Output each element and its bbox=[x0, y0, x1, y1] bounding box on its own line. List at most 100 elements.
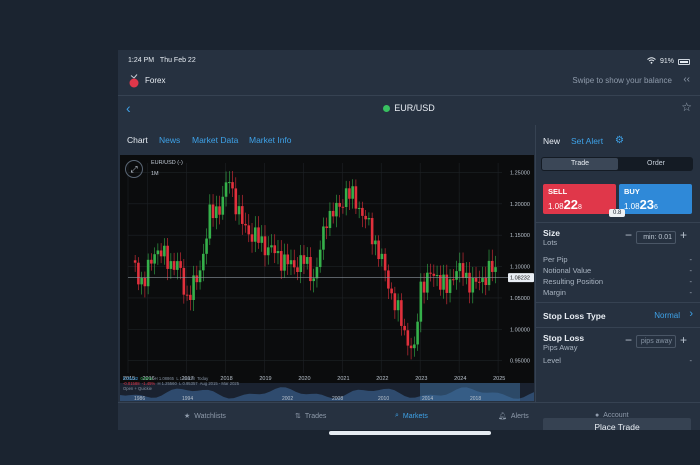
gear-icon[interactable]: ⚙ bbox=[615, 135, 624, 146]
candle-body bbox=[471, 277, 475, 293]
candle-body bbox=[263, 236, 267, 256]
nav-alerts[interactable]: 🔔︎ Alerts bbox=[498, 412, 529, 421]
buy-button[interactable]: BUY 1.08236 bbox=[619, 184, 692, 214]
chevron-right-icon[interactable]: › bbox=[689, 308, 693, 320]
candle-body bbox=[357, 207, 361, 209]
sell-button[interactable]: SELL 1.08228 bbox=[543, 184, 616, 214]
navigator-tick-label: 2008 bbox=[332, 396, 343, 401]
nav-watchlists[interactable]: ★ Watchlists bbox=[184, 412, 226, 421]
candle-body bbox=[185, 294, 189, 296]
swipe-hint[interactable]: Swipe to show your balance bbox=[572, 76, 672, 85]
resulting-position-value: - bbox=[689, 277, 693, 286]
plus-icon[interactable]: + bbox=[680, 228, 687, 242]
candle-body bbox=[393, 293, 397, 311]
candle-body bbox=[361, 207, 364, 216]
tab-chart[interactable]: Chart bbox=[127, 135, 148, 145]
home-indicator[interactable] bbox=[329, 431, 491, 435]
candle-body bbox=[143, 277, 147, 287]
segment-order[interactable]: Order bbox=[619, 158, 693, 170]
margin-label: Margin bbox=[543, 288, 566, 297]
candle-body bbox=[484, 277, 488, 286]
divider bbox=[535, 327, 700, 328]
segment-trade[interactable]: Trade bbox=[542, 158, 618, 170]
market-open-dot-icon bbox=[383, 105, 391, 112]
candle-body bbox=[159, 250, 163, 257]
candle-body bbox=[283, 254, 286, 271]
navigator-tick-label: 2010 bbox=[378, 396, 389, 401]
candle-body bbox=[205, 238, 208, 254]
tab-news[interactable]: News bbox=[159, 135, 180, 145]
size-label: Size bbox=[543, 228, 561, 238]
new-label[interactable]: New bbox=[543, 136, 560, 146]
x-tick-label: 2021 bbox=[337, 376, 349, 382]
candle-body bbox=[354, 186, 358, 209]
candle-body bbox=[419, 281, 423, 322]
x-tick-label: 2023 bbox=[415, 376, 427, 382]
candle-body bbox=[374, 240, 377, 245]
size-unit: Lots bbox=[543, 238, 558, 247]
minus-icon[interactable]: − bbox=[625, 228, 632, 242]
set-alert-link[interactable]: Set Alert bbox=[571, 136, 603, 146]
per-pip-value: - bbox=[689, 255, 693, 264]
nav-account[interactable]: ● Account bbox=[595, 412, 629, 419]
candle-body bbox=[413, 344, 416, 349]
candlestick-chart-svg[interactable]: 1.25000 1.20000 1.15000 1.10000 1.05000 1.000… bbox=[120, 155, 534, 401]
candle-body bbox=[458, 263, 462, 272]
price-chart[interactable]: 1.25000 1.20000 1.15000 1.10000 1.05000 1.000… bbox=[120, 155, 534, 401]
candle-body bbox=[318, 249, 322, 268]
candle-body bbox=[240, 206, 244, 224]
minus-icon[interactable]: − bbox=[625, 333, 632, 347]
navigator-tick-label: 2018 bbox=[470, 396, 481, 401]
candle-body bbox=[445, 274, 449, 293]
candle-body bbox=[260, 236, 264, 243]
double-chevron-left-icon[interactable]: ‹‹ bbox=[683, 74, 690, 85]
candle-body bbox=[234, 188, 238, 215]
tab-market-info[interactable]: Market Info bbox=[249, 135, 292, 145]
sell-price: 1.08228 bbox=[548, 197, 582, 212]
status-bar: 1:24 PM Thu Feb 22 91% bbox=[118, 50, 700, 70]
candle-body bbox=[341, 206, 345, 208]
candle-body bbox=[279, 251, 283, 271]
candle-body bbox=[367, 218, 371, 220]
tab-market-data[interactable]: Market Data bbox=[192, 135, 238, 145]
chart-title: EUR/USD (-) bbox=[151, 160, 183, 166]
candle-body bbox=[250, 234, 254, 242]
navigator-tick-label: 2002 bbox=[282, 396, 293, 401]
candle-body bbox=[276, 251, 280, 254]
chart-timeframe[interactable]: 1M bbox=[151, 171, 159, 177]
candle-body bbox=[331, 210, 335, 217]
candle-body bbox=[432, 273, 436, 276]
y-tick-label: 1.15000 bbox=[510, 233, 530, 239]
candle-body bbox=[335, 202, 338, 217]
candle-body bbox=[429, 272, 432, 274]
favorite-star-icon[interactable]: ☆ bbox=[681, 100, 692, 114]
y-tick-label: 1.10000 bbox=[510, 265, 530, 271]
stop-loss-type-value[interactable]: Normal bbox=[654, 311, 680, 320]
candle-body bbox=[452, 279, 455, 281]
candle-body bbox=[192, 275, 195, 300]
instrument-tabs: Chart News Market Data Market Info bbox=[118, 133, 533, 149]
candle-body bbox=[172, 261, 176, 270]
candle-body bbox=[231, 182, 234, 189]
status-right: 91% bbox=[647, 57, 690, 66]
nav-markets[interactable]: ⌕ Markets bbox=[395, 412, 428, 420]
candle-body bbox=[182, 267, 186, 295]
plus-icon[interactable]: + bbox=[680, 333, 687, 347]
candle-body bbox=[166, 245, 169, 269]
candle-body bbox=[198, 270, 202, 283]
candle-body bbox=[286, 254, 290, 265]
candle-body bbox=[305, 256, 309, 264]
candle-body bbox=[383, 253, 387, 271]
size-input[interactable]: min: 0.01 bbox=[636, 231, 676, 244]
candle-body bbox=[461, 263, 465, 278]
candle-body bbox=[409, 345, 413, 349]
stop-loss-input[interactable]: pips away bbox=[636, 335, 676, 348]
candle-body bbox=[163, 245, 166, 257]
expand-chart-icon[interactable]: ⤢ bbox=[125, 160, 143, 178]
candle-body bbox=[292, 260, 296, 268]
candle-body bbox=[146, 259, 150, 287]
divider bbox=[535, 302, 700, 303]
candle-body bbox=[302, 255, 306, 264]
nav-trades[interactable]: ⇅ Trades bbox=[295, 412, 326, 421]
candle-body bbox=[435, 275, 439, 277]
